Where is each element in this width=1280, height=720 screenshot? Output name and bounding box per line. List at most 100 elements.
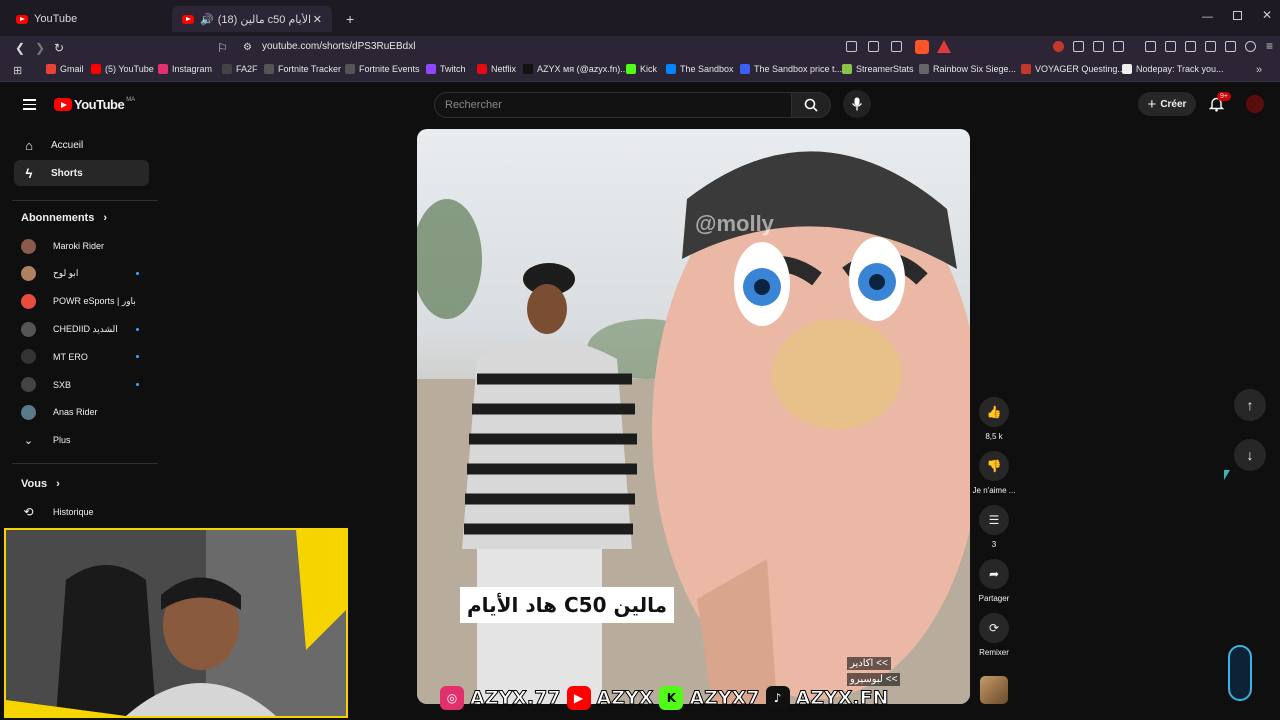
channel-name: Anas Rider	[53, 407, 98, 418]
share-icon[interactable]	[891, 41, 902, 52]
share-button[interactable]: ➦ Partager	[972, 559, 1016, 603]
dislike-button[interactable]: 👎 Je n'aime ...	[970, 451, 1018, 495]
bookmark-item[interactable]: Gmail	[46, 64, 84, 74]
vpn-icon[interactable]	[1225, 41, 1236, 52]
extension-icon[interactable]	[1113, 41, 1124, 52]
tab-youtube[interactable]: YouTube	[6, 6, 166, 32]
bookmark-item[interactable]: The Sandbox price t...	[740, 64, 842, 74]
tiktok-icon: ♪	[765, 686, 790, 710]
bookmark-item[interactable]: AZYX мя (@azyx.fn)...	[523, 64, 628, 74]
guide-menu-icon[interactable]	[23, 96, 36, 113]
subscription-item[interactable]: SXB	[21, 375, 151, 395]
bookmark-item[interactable]: The Sandbox	[666, 64, 734, 74]
more-bookmarks-icon[interactable]: »	[1256, 64, 1262, 76]
streamer-logo	[1228, 645, 1252, 701]
channel-name: ابو لوح	[53, 268, 79, 279]
subscription-item[interactable]: Maroki Rider	[21, 236, 151, 256]
subscriptions-heading[interactable]: Abonnements ›	[21, 212, 107, 224]
wallet-icon[interactable]	[1185, 41, 1196, 52]
home-icon: ⌂	[25, 137, 33, 153]
menu-icon[interactable]: ≡	[1266, 39, 1273, 53]
close-window-icon[interactable]: ✕	[1262, 8, 1272, 22]
back-icon[interactable]: ❮	[15, 41, 25, 55]
chevron-down-icon: ⌄	[23, 434, 34, 447]
forward-icon[interactable]: ❯	[35, 41, 45, 55]
new-tab-button[interactable]: +	[336, 6, 364, 32]
brave-rewards-icon[interactable]	[937, 40, 951, 53]
sidebar-item-label: Accueil	[51, 139, 84, 151]
show-more-button[interactable]: ⌄ Plus	[21, 430, 151, 450]
reload-icon[interactable]: ↻	[54, 41, 64, 55]
bookmark-item[interactable]: StreamerStats	[842, 64, 914, 74]
sidebar-item-shorts[interactable]: ϟ Shorts	[14, 160, 149, 186]
share-label: Partager	[978, 594, 1010, 603]
previous-short-button[interactable]: ↑	[1234, 389, 1266, 421]
bookmark-label: Instagram	[172, 64, 213, 74]
puzzle-icon[interactable]	[1093, 41, 1104, 52]
history-label: Historique	[53, 507, 94, 517]
youtube-logo[interactable]: YouTube MA	[54, 97, 135, 112]
voice-search-button[interactable]	[843, 90, 871, 118]
bookmark-item[interactable]: Nodepay: Track you...	[1122, 64, 1224, 74]
bookmark-label: AZYX мя (@azyx.fn)...	[537, 64, 628, 74]
subscription-item[interactable]: MT ERO	[21, 347, 151, 367]
bookmark-item[interactable]: Fortnite Tracker	[264, 64, 341, 74]
subscription-item[interactable]: ابو لوح	[21, 264, 151, 284]
search-icon	[804, 98, 818, 112]
bookmark-label: Gmail	[60, 64, 84, 74]
remix-label: Remixer	[979, 648, 1009, 657]
remix-button[interactable]: ⟳ Remixer	[972, 613, 1016, 657]
bookmark-label: VOYAGER Questing...	[1035, 64, 1125, 74]
bookmark-item[interactable]: Kick	[626, 64, 657, 74]
apps-grid-icon[interactable]: ⊞	[13, 64, 22, 77]
extension-icon[interactable]	[1073, 41, 1084, 52]
cast-icon[interactable]	[868, 41, 879, 52]
brave-shield-icon[interactable]	[915, 40, 929, 54]
bookmark-item[interactable]: Netflix	[477, 64, 516, 74]
profile-icon[interactable]	[1245, 41, 1256, 52]
search-button[interactable]	[791, 92, 831, 118]
search-input[interactable]: Rechercher	[434, 92, 792, 118]
video-corner-text: >> اكادير	[847, 657, 891, 670]
subscription-item[interactable]: CHEDIID الشديد	[21, 319, 151, 339]
bookmark-item[interactable]: FA2F	[222, 64, 258, 74]
sidebar-item-label: Shorts	[51, 167, 83, 179]
maximize-icon[interactable]	[1233, 11, 1242, 20]
tab-label: (18) مالين c50 هاد الأيام 😂🤣	[217, 13, 313, 26]
subscription-item[interactable]: POWR eSports | باور	[21, 291, 151, 311]
subscription-item[interactable]: Anas Rider	[21, 402, 151, 422]
music-icon[interactable]	[1145, 41, 1156, 52]
bookmark-favicon-icon	[523, 64, 533, 74]
account-avatar[interactable]	[1246, 95, 1264, 113]
shorts-video-player[interactable]: @molly مالين C50 هاد الأيام >> اكادير >>…	[417, 129, 970, 704]
leo-icon[interactable]	[1205, 41, 1216, 52]
sidebar-icon[interactable]	[1165, 41, 1176, 52]
bookmark-icon[interactable]: ⚐	[217, 41, 228, 55]
bookmark-item[interactable]: Twitch	[426, 64, 466, 74]
bookmark-item[interactable]: VOYAGER Questing...	[1021, 64, 1125, 74]
bookmark-item[interactable]: Rainbow Six Siege...	[919, 64, 1016, 74]
notifications-button[interactable]: 9+	[1208, 92, 1231, 117]
ublock-icon[interactable]	[1053, 41, 1064, 52]
sound-thumbnail[interactable]	[980, 676, 1008, 704]
comments-button[interactable]: ☰ 3	[978, 505, 1010, 549]
create-button[interactable]: + Créer	[1138, 92, 1196, 116]
minimize-icon[interactable]: —	[1202, 11, 1213, 23]
site-info-icon[interactable]: ⚙	[243, 42, 252, 53]
next-short-button[interactable]: ↓	[1234, 439, 1266, 471]
dislike-label: Je n'aime ...	[972, 486, 1016, 495]
tab-shorts-video[interactable]: 🔊 (18) مالين c50 هاد الأيام 😂🤣 ✕	[172, 6, 332, 32]
like-count: 8,5 k	[985, 432, 1003, 441]
sidebar-item-home[interactable]: ⌂ Accueil	[14, 132, 149, 158]
bookmark-item[interactable]: Instagram	[158, 64, 212, 74]
url-field[interactable]: youtube.com/shorts/dPS3RuEBdxl	[262, 41, 415, 52]
you-heading[interactable]: Vous ›	[21, 478, 60, 490]
channel-name: Maroki Rider	[53, 241, 105, 251]
bookmark-item[interactable]: Fortnite Events	[345, 64, 420, 74]
sidebar-item-history[interactable]: ⟲ Historique	[21, 502, 151, 522]
bookmark-item[interactable]: (5) YouTube	[91, 64, 154, 74]
close-tab-icon[interactable]: ✕	[313, 13, 322, 26]
translate-icon[interactable]	[846, 41, 857, 52]
like-button[interactable]: 👍 8,5 k	[978, 397, 1010, 441]
channel-avatar	[21, 293, 36, 309]
